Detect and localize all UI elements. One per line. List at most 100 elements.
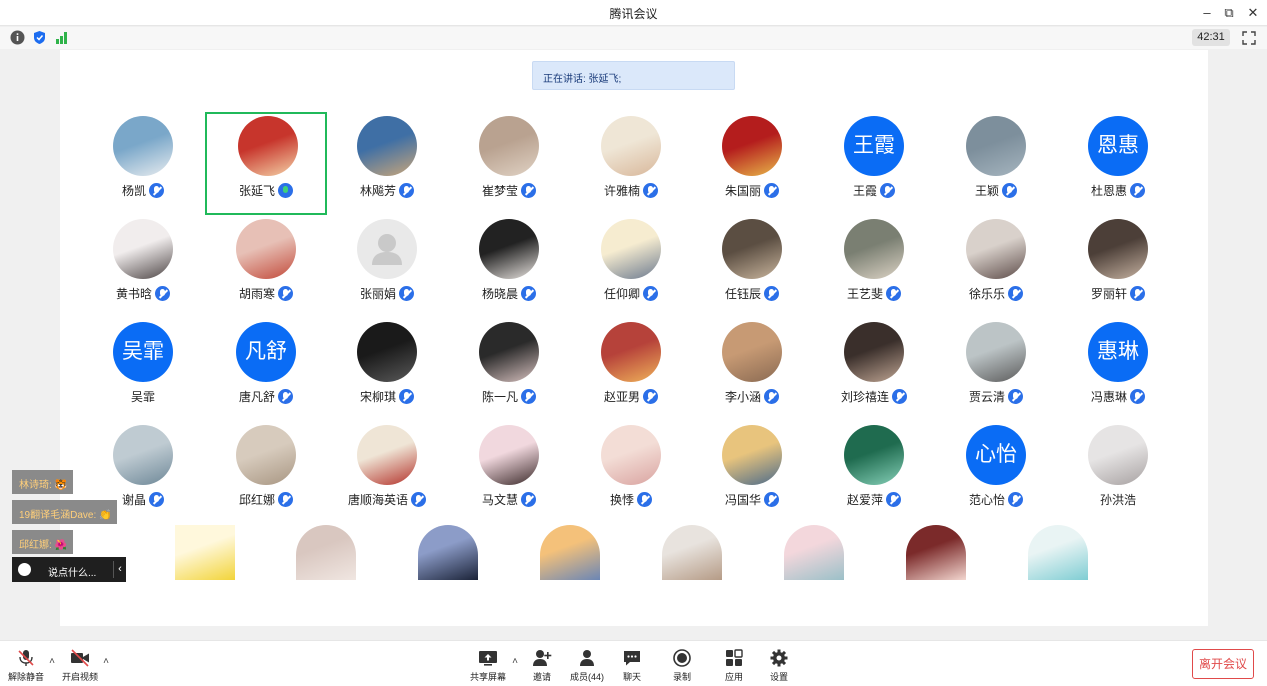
participant-name: 孙洪浩 [1099, 493, 1136, 507]
close-button[interactable]: ✕ [1243, 3, 1263, 23]
participant-tile[interactable]: 唐顺海英语 [326, 421, 448, 524]
avatar[interactable] [540, 525, 600, 580]
apps-icon [726, 649, 743, 666]
participant-tile[interactable]: 吴霏 吴霏 [82, 318, 204, 421]
collapse-chat-icon[interactable]: ‹ [113, 561, 126, 578]
participant-name: 贾云清 [968, 390, 1005, 404]
signal-icon[interactable] [54, 30, 69, 45]
participant-tile[interactable]: 罗丽轩 [1057, 215, 1179, 318]
avatar[interactable] [906, 525, 966, 580]
participant-tile[interactable]: 徐乐乐 [935, 215, 1057, 318]
settings-label: 设置 [769, 672, 788, 682]
participant-tile[interactable]: 宋柳琪 [326, 318, 448, 421]
participant-tile[interactable]: 孙洪浩 [1057, 421, 1179, 524]
participant-tile[interactable]: 林飚芳 [326, 112, 448, 215]
mic-muted-icon [643, 389, 658, 404]
participant-name-line: 张丽娟 [326, 285, 448, 302]
apps-button[interactable]: 应用 [712, 643, 756, 685]
participant-tile[interactable]: 刘珍禧连 [813, 318, 935, 421]
info-icon[interactable] [10, 30, 25, 45]
record-button[interactable]: 录制 [660, 643, 704, 685]
avatar [722, 425, 782, 485]
avatar [479, 322, 539, 382]
participant-name: 王霞 [852, 184, 877, 198]
chat-message: 19翻译毛涵Dave: 👏 [12, 500, 118, 524]
video-button[interactable]: 开启视频 [58, 643, 102, 685]
participant-tile[interactable]: 赵爱萍 [813, 421, 935, 524]
participant-tile[interactable]: 陈一凡 [448, 318, 570, 421]
participant-name-line: 朱国丽 [691, 182, 813, 199]
participant-tile[interactable]: 赵亚男 [570, 318, 692, 421]
participant-tile[interactable]: 胡雨寒 [205, 215, 327, 318]
participant-tile[interactable]: 凡舒 唐凡舒 [205, 318, 327, 421]
mic-muted-icon [1130, 183, 1145, 198]
participant-name: 谢晶 [121, 493, 146, 507]
participant-name-line: 宋柳琪 [326, 388, 448, 405]
chat-message: 林诗琦: 🐯 [12, 470, 74, 494]
participant-tile[interactable]: 杨凯 [82, 112, 204, 215]
participant-name: 任钰辰 [724, 287, 761, 301]
participant-name-line: 冯国华 [691, 491, 813, 508]
minimize-button[interactable]: – [1197, 3, 1217, 23]
mic-muted-icon [764, 183, 779, 198]
video-options-caret[interactable]: ˄ [101, 657, 111, 667]
participant-tile[interactable]: 马文慧 [448, 421, 570, 524]
participant-name-line: 赵亚男 [570, 388, 692, 405]
avatar[interactable] [175, 525, 235, 580]
participant-name: 杨凯 [121, 184, 146, 198]
participant-tile[interactable]: 王艺斐 [813, 215, 935, 318]
participant-tile[interactable]: 惠琳 冯惠琳 [1057, 318, 1179, 421]
participant-tile[interactable]: 张延飞 [205, 112, 327, 215]
participant-tile[interactable]: 许雅楠 [570, 112, 692, 215]
record-icon [673, 649, 691, 667]
avatar[interactable] [662, 525, 722, 580]
avatar [966, 322, 1026, 382]
audio-options-caret[interactable]: ˄ [47, 657, 57, 667]
participant-tile[interactable]: 张丽娟 [326, 215, 448, 318]
participant-name: 张丽娟 [359, 287, 396, 301]
unmute-button[interactable]: 解除静音 [4, 643, 48, 685]
avatar[interactable] [1028, 525, 1088, 580]
avatar [479, 219, 539, 279]
share-screen-button[interactable]: 共享屏幕 [466, 643, 510, 685]
fullscreen-icon[interactable] [1241, 30, 1257, 46]
participant-name-line: 王颖 [935, 182, 1057, 199]
settings-button[interactable]: 设置 [757, 643, 801, 685]
participant-tile[interactable]: 李小涵 [691, 318, 813, 421]
participant-tile[interactable]: 崔梦莹 [448, 112, 570, 215]
participant-tile[interactable]: 贾云清 [935, 318, 1057, 421]
participant-tile[interactable]: 任钰辰 [691, 215, 813, 318]
mic-muted-icon [278, 492, 293, 507]
avatar[interactable] [418, 525, 478, 580]
participant-tile[interactable]: 王霞 王霞 [813, 112, 935, 215]
chat-button[interactable]: 聊天 [610, 643, 654, 685]
participant-tile[interactable]: 邱红娜 [205, 421, 327, 524]
avatar-initials: 惠琳 [1088, 322, 1148, 382]
avatar[interactable] [784, 525, 844, 580]
participant-tile[interactable]: 换悸 [570, 421, 692, 524]
chat-input-placeholder[interactable]: 说点什么... [48, 564, 96, 579]
participant-tile[interactable]: 黄书晗 [82, 215, 204, 318]
participant-tile[interactable]: 王颖 [935, 112, 1057, 215]
invite-button[interactable]: 邀请 [520, 643, 564, 685]
participant-tile[interactable]: 任仰卿 [570, 215, 692, 318]
leave-meeting-button[interactable]: 离开会议 [1192, 649, 1254, 679]
avatar[interactable] [296, 525, 356, 580]
emoji-icon[interactable] [18, 563, 31, 576]
share-options-caret[interactable]: ˄ [510, 657, 520, 667]
mic-muted-icon [643, 286, 658, 301]
participant-name: 吴霏 [130, 390, 155, 404]
participant-tile[interactable]: 冯国华 [691, 421, 813, 524]
members-button[interactable]: 成员(44) [565, 643, 609, 685]
participant-tile[interactable]: 杨晓晨 [448, 215, 570, 318]
mic-muted-icon [411, 492, 426, 507]
participant-name: 林飚芳 [359, 184, 396, 198]
mic-muted-icon [643, 183, 658, 198]
restore-button[interactable]: ⧉ [1219, 3, 1239, 23]
participant-name-line: 张延飞 [207, 182, 325, 199]
participant-tile[interactable]: 恩惠 杜恩惠 [1057, 112, 1179, 215]
shield-icon[interactable] [32, 30, 47, 45]
participant-tile[interactable]: 朱国丽 [691, 112, 813, 215]
chat-input-bar[interactable]: 说点什么... ‹ [12, 557, 126, 582]
participant-tile[interactable]: 心怡 范心怡 [935, 421, 1057, 524]
